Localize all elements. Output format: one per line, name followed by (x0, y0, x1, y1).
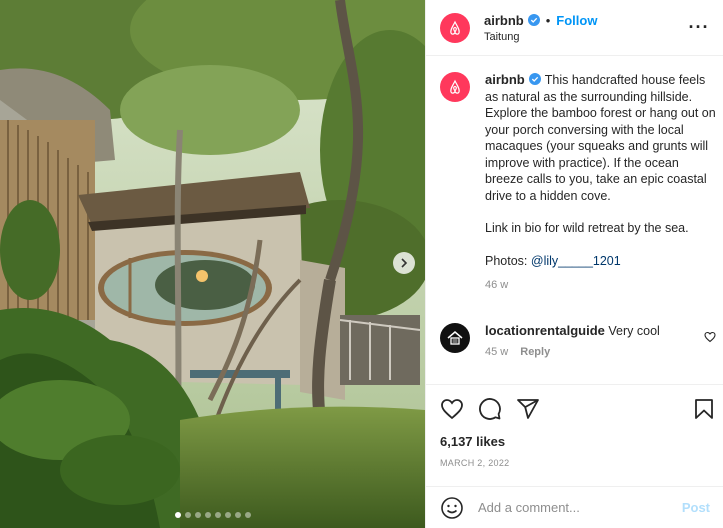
follow-button[interactable]: Follow (556, 13, 597, 28)
comment-like-icon[interactable] (704, 331, 716, 343)
save-button[interactable] (692, 397, 716, 421)
add-comment-bar: Post (426, 486, 723, 528)
verified-badge-icon (528, 73, 541, 85)
carousel-dot[interactable] (234, 512, 241, 518)
post-caption: airbnb This handcrafted house feels as na… (440, 72, 716, 294)
smiley-icon (441, 496, 463, 519)
ellipsis-icon: ··· (688, 17, 710, 37)
carousel-dot[interactable] (204, 512, 211, 518)
photo-credit-mention[interactable]: @lily_____1201 (531, 254, 621, 268)
commenter-username[interactable]: locationrentalguide (485, 323, 605, 338)
carousel-dot[interactable] (194, 512, 201, 518)
chevron-right-icon (401, 258, 408, 268)
caption-body: airbnb This handcrafted house feels as na… (485, 72, 716, 294)
comment-meta: 45 w Reply (485, 346, 716, 358)
post-comment-button[interactable]: Post (682, 500, 710, 515)
more-options-button[interactable]: ··· (687, 17, 711, 38)
reply-button[interactable]: Reply (520, 346, 550, 358)
comment-button[interactable] (478, 397, 502, 421)
bookmark-icon (695, 399, 713, 419)
post-photo[interactable] (0, 0, 425, 528)
airbnb-logo-avatar[interactable] (440, 12, 470, 43)
post-actions (440, 396, 716, 422)
caption-avatar[interactable] (440, 72, 470, 102)
house-photo-image (0, 0, 425, 528)
comment-body: locationrentalguide Very cool 45 w Reply (485, 323, 716, 358)
like-button[interactable] (440, 397, 464, 421)
instagram-post: airbnb • Follow Taitung ··· airbnb This … (0, 0, 723, 528)
caption-username[interactable]: airbnb (485, 72, 525, 87)
likes-count[interactable]: 6,137 likes (440, 434, 505, 449)
verified-badge-icon (527, 14, 540, 26)
commenter-avatar[interactable] (440, 323, 470, 353)
carousel-dot[interactable] (174, 512, 181, 518)
comment-item: locationrentalguide Very cool 45 w Reply (440, 323, 716, 358)
post-date: MARCH 2, 2022 (440, 458, 510, 468)
header-separator: • (545, 12, 551, 28)
comment-icon (479, 398, 501, 420)
location-link[interactable]: Taitung (484, 31, 687, 43)
carousel-dot[interactable] (184, 512, 191, 518)
post-details-panel: airbnb • Follow Taitung ··· airbnb This … (425, 0, 723, 528)
heart-icon (441, 399, 463, 420)
caption-text: This handcrafted house feels as natural … (485, 73, 716, 203)
comment-input[interactable] (478, 500, 682, 515)
carousel-dot[interactable] (244, 512, 251, 518)
caption-time: 46 w (485, 279, 509, 291)
next-photo-button[interactable] (393, 252, 415, 274)
carousel-dot[interactable] (224, 512, 231, 518)
house-logo-icon (447, 331, 463, 345)
share-icon (517, 399, 539, 419)
airbnb-logo-icon (450, 20, 460, 35)
airbnb-logo-icon (450, 79, 460, 94)
header-username[interactable]: airbnb (484, 13, 524, 28)
comment-text: Very cool (608, 324, 660, 338)
carousel-dot[interactable] (214, 512, 221, 518)
caption-credit: Photos: @lily_____1201 (485, 253, 716, 270)
caption-link-line: Link in bio for wild retreat by the sea. (485, 221, 689, 235)
actions-divider (426, 384, 723, 385)
photos-label: Photos: (485, 253, 531, 268)
post-header: airbnb • Follow Taitung ··· (426, 0, 723, 56)
share-button[interactable] (516, 397, 540, 421)
header-text: airbnb • Follow Taitung (484, 13, 687, 43)
comment-time: 45 w (485, 346, 509, 358)
carousel-dots (0, 512, 425, 518)
emoji-button[interactable] (440, 496, 464, 520)
